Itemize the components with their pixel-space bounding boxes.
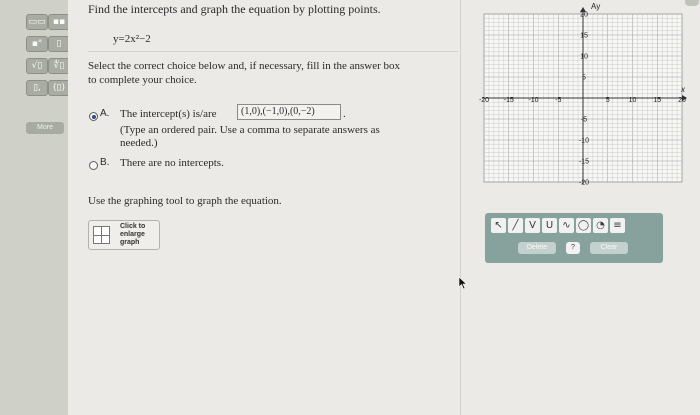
- instruction-line-1: Select the correct choice below and, if …: [88, 60, 401, 72]
- equation: y=2x²−2: [113, 33, 151, 45]
- choice-a-hint-line-2: needed.): [120, 137, 158, 149]
- y-tick-label: -20: [579, 180, 589, 187]
- palette-nth-root-button[interactable]: ∜▯: [48, 58, 70, 74]
- x-tick-label: 20: [678, 97, 686, 104]
- choice-a-period: .: [343, 108, 346, 120]
- y-tick-label: 20: [580, 12, 588, 19]
- palette-exponent-button[interactable]: ▪°: [26, 36, 48, 52]
- palette-ordered-pair-button[interactable]: (▯): [48, 80, 70, 96]
- choice-b-letter: B.: [100, 157, 110, 168]
- y-tick-label: -10: [579, 138, 589, 145]
- help-button[interactable]: ?: [566, 242, 580, 254]
- palette-fraction-button[interactable]: ▭▭: [26, 14, 48, 30]
- absolute-value-tool-icon[interactable]: V: [525, 218, 540, 233]
- choice-b-radio[interactable]: [89, 161, 98, 170]
- question-title: Find the intercepts and graph the equati…: [88, 2, 381, 16]
- palette-mixed-number-button[interactable]: ▪▪: [48, 14, 70, 30]
- y-tick-label: -5: [581, 117, 587, 124]
- sidebar-palette: ▭▭ ▪▪ ▪° ▯ √▯ ∜▯ ▯, (▯) More: [0, 0, 70, 415]
- x-tick-label: 5: [606, 97, 610, 104]
- curve-tool-icon[interactable]: ∿: [559, 218, 574, 233]
- panel-divider: [460, 0, 461, 415]
- choice-b-label: There are no intercepts.: [120, 157, 224, 169]
- menu-icon[interactable]: ≡: [610, 218, 625, 233]
- pointer-icon[interactable]: ↖: [491, 218, 506, 233]
- x-axis-label: x: [680, 85, 686, 94]
- graph-toolbar: ↖ ╱ V U ∿ ◯ ◔ ≡ Delete ? Clear: [485, 213, 663, 263]
- divider-line: [88, 51, 458, 52]
- choice-a-label: The intercept(s) is/are: [120, 108, 217, 120]
- palette-absolute-value-button[interactable]: ▯: [48, 36, 70, 52]
- graph-thumbnail-icon: [93, 226, 110, 244]
- y-tick-label: 10: [580, 54, 588, 61]
- palette-sqrt-button[interactable]: √▯: [26, 58, 48, 74]
- enlarge-label-line-1: Click to: [120, 223, 146, 230]
- enlarge-graph-button[interactable]: Click to enlarge graph: [88, 220, 160, 250]
- ellipse-tool-icon[interactable]: ◔: [593, 218, 608, 233]
- parabola-tool-icon[interactable]: U: [542, 218, 557, 233]
- choice-a-letter: A.: [100, 108, 110, 119]
- graph-instruction: Use the graphing tool to graph the equat…: [88, 195, 282, 207]
- enlarge-label-line-3: graph: [120, 239, 140, 246]
- circle-tool-icon[interactable]: ◯: [576, 218, 591, 233]
- x-tick-label: 10: [629, 97, 637, 104]
- y-tick-label: 5: [582, 75, 586, 82]
- x-tick-label: -10: [528, 97, 538, 104]
- intercepts-answer-box[interactable]: (1,0),(−1,0),(0,−2): [237, 104, 341, 120]
- y-tick-label: -15: [579, 159, 589, 166]
- line-tool-icon[interactable]: ╱: [508, 218, 523, 233]
- clear-button[interactable]: Clear: [590, 242, 628, 254]
- choice-a-radio[interactable]: [89, 112, 98, 121]
- y-axis-label: Ay: [591, 2, 600, 11]
- instruction-line-2: to complete your choice.: [88, 74, 197, 86]
- palette-decimal-button[interactable]: ▯,: [26, 80, 48, 96]
- enlarge-label-line-2: enlarge: [120, 231, 145, 238]
- y-tick-label: 15: [580, 33, 588, 40]
- x-tick-label: 15: [653, 97, 661, 104]
- x-tick-label: -5: [555, 97, 561, 104]
- delete-button[interactable]: Delete: [518, 242, 556, 254]
- more-button[interactable]: More: [26, 122, 64, 134]
- mouse-cursor-icon: [458, 276, 468, 290]
- x-tick-label: -20: [479, 97, 489, 104]
- choice-a-hint-line-1: (Type an ordered pair. Use a comma to se…: [120, 124, 380, 136]
- coordinate-graph[interactable]: -20 -15 -10 -5 5 10 15 20 20 15 10 5 -5 -10 -15 -20 Ay x: [478, 0, 688, 192]
- x-tick-label: -15: [504, 97, 514, 104]
